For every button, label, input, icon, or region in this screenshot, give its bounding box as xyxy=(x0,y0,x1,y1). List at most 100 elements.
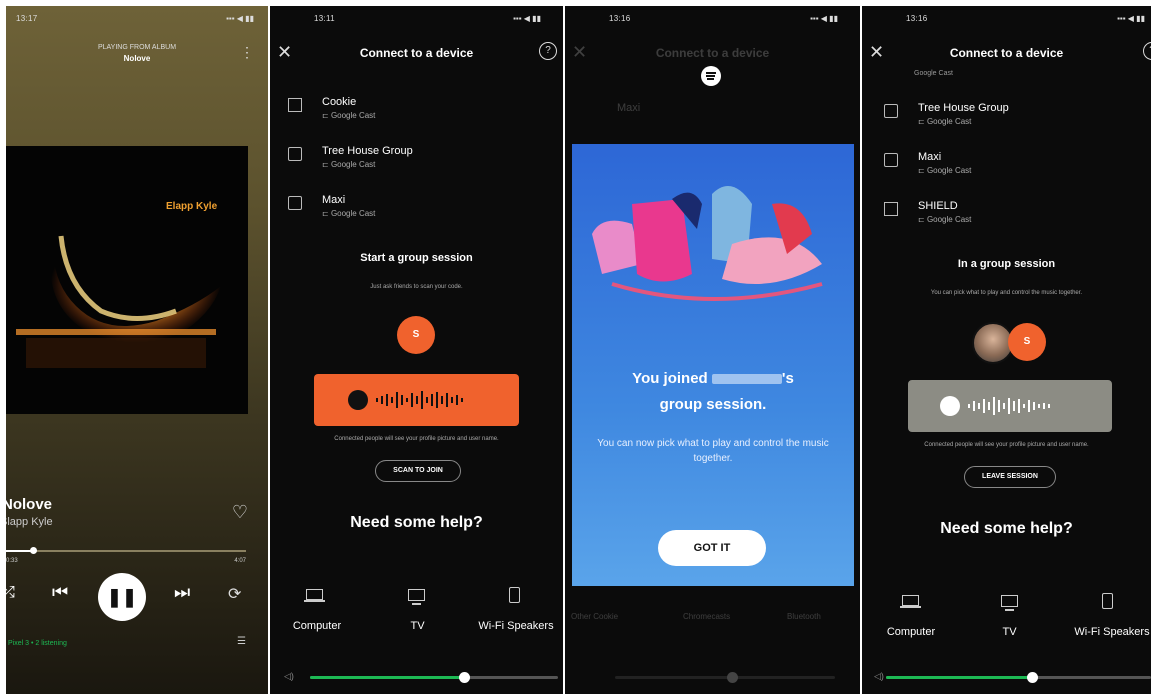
speaker-icon xyxy=(884,153,898,167)
joined-line1: You joined 's xyxy=(632,370,794,387)
queue-icon[interactable]: ☰ xyxy=(237,636,246,647)
blurred-username xyxy=(711,374,782,385)
page-title: Connect to a device xyxy=(655,46,770,60)
spotify-code xyxy=(314,374,519,426)
time-elapsed: 0:33 xyxy=(6,558,18,564)
bg-category: Bluetooth xyxy=(787,612,821,621)
shuffle-icon[interactable]: ⤮ xyxy=(6,584,15,602)
status-time: 13:11 xyxy=(314,14,335,23)
pause-button[interactable]: ❚❚ xyxy=(98,573,146,621)
category-computer[interactable]: Computer xyxy=(278,620,356,632)
avatar: S xyxy=(1008,323,1046,361)
speaker-icon xyxy=(1102,593,1113,609)
heart-icon[interactable]: ♡ xyxy=(232,502,248,523)
tv-icon xyxy=(408,589,425,605)
scan-to-join-button[interactable]: SCAN TO JOIN xyxy=(375,460,461,482)
category-tv[interactable]: TV xyxy=(380,620,455,632)
album-name[interactable]: Nolove xyxy=(6,54,268,63)
category-tv[interactable]: TV xyxy=(972,626,1047,638)
next-icon[interactable]: ⏭ xyxy=(174,582,190,603)
shoes-illustration xyxy=(592,186,823,301)
more-options-icon[interactable]: ⋮ xyxy=(240,44,254,61)
help-icon[interactable]: ? xyxy=(539,42,557,60)
now-playing-screen: 13:17 ▪▪▪ ◀ ▮▮ PLAYING FROM ALBUM Nolove… xyxy=(6,6,268,694)
device-sub: ⊏ Google Cast xyxy=(918,166,972,175)
time-total: 4:07 xyxy=(234,558,246,564)
playing-from-label: PLAYING FROM ALBUM xyxy=(97,44,177,51)
device-sub: ⊏ Google Cast xyxy=(322,160,376,169)
scan-code-bars xyxy=(968,397,1050,415)
status-icons: ▪▪▪ ◀ ▮▮ xyxy=(226,14,254,23)
help-title[interactable]: Need some help? xyxy=(862,520,1151,538)
device-name: Cookie xyxy=(322,96,357,108)
volume-slider[interactable] xyxy=(886,672,1151,683)
status-time: 13:16 xyxy=(906,14,928,23)
joined-session-screen: 13:16 ▪▪▪ ◀ ▮▮ ✕ Connect to a device Max… xyxy=(565,6,860,694)
speaker-icon xyxy=(288,147,302,161)
got-it-button[interactable]: GOT IT xyxy=(658,530,766,566)
status-time: 13:17 xyxy=(16,14,38,23)
speaker-icon xyxy=(509,587,520,603)
joined-session-dialog: You joined 's group session. You can now… xyxy=(572,144,854,586)
spotify-logo-icon xyxy=(701,66,721,86)
art-text: Elapp Kyle xyxy=(166,201,218,212)
track-title: Nolove xyxy=(6,496,53,513)
device-name: Maxi xyxy=(322,194,346,206)
status-icons: ▪▪▪ ◀ ▮▮ xyxy=(513,14,541,23)
category-wifi-speakers[interactable]: Wi-Fi Speakers xyxy=(466,620,563,632)
device-name: Tree House Group xyxy=(322,145,413,157)
device-sub: ⊏ Google Cast xyxy=(918,215,972,224)
device-name: Maxi xyxy=(918,151,942,163)
volume-slider[interactable] xyxy=(310,672,558,683)
joined-message: You can now pick what to play and contro… xyxy=(597,438,829,464)
speaker-icon xyxy=(288,196,302,210)
group-session-screen: 13:16 ▪▪▪ ◀ ▮▮ ✕ Connect to a device ? G… xyxy=(862,6,1151,694)
avatar: S xyxy=(397,316,435,354)
tv-icon xyxy=(1001,595,1018,611)
artist-name[interactable]: Slapp Kyle xyxy=(6,516,53,528)
computer-icon xyxy=(304,589,325,602)
spotify-logo-icon xyxy=(348,390,368,410)
page-title: Connect to a device xyxy=(359,46,474,60)
status-icons: ▪▪▪ ◀ ▮▮ xyxy=(1117,14,1145,23)
album-art: Elapp Kyle xyxy=(6,146,248,414)
volume-slider xyxy=(615,672,835,683)
tv-icon xyxy=(884,202,898,216)
scan-code-bars xyxy=(376,391,463,409)
seek-bar[interactable] xyxy=(6,547,246,554)
bg-category: Chromecasts xyxy=(683,612,731,621)
leave-session-button[interactable]: LEAVE SESSION xyxy=(964,466,1056,488)
device-sub: ⊏ Google Cast xyxy=(322,209,376,218)
group-session-subtitle: Just ask friends to scan your code. xyxy=(370,284,463,290)
computer-icon xyxy=(900,595,921,608)
connected-device-label[interactable]: Pixel 3 • 2 listening xyxy=(8,640,67,647)
speaker-icon xyxy=(884,104,898,118)
device-sub: ⊏ Google Cast xyxy=(322,111,376,120)
page-title: Connect to a device xyxy=(949,46,1064,60)
bg-device-name: Maxi xyxy=(617,102,641,114)
cut-device-sub: Google Cast xyxy=(914,70,953,77)
group-session-title: Start a group session xyxy=(360,252,473,264)
category-computer[interactable]: Computer xyxy=(872,626,950,638)
volume-icon: ◁) xyxy=(874,671,884,681)
connect-device-screen: 13:11 ▪▪▪ ◀ ▮▮ ✕ Connect to a device ? C… xyxy=(270,6,563,694)
category-wifi-speakers[interactable]: Wi-Fi Speakers xyxy=(1062,626,1151,638)
device-name: Tree House Group xyxy=(918,102,1009,114)
status-time: 13:16 xyxy=(609,14,631,23)
bg-category: Other Cookie xyxy=(571,612,619,621)
group-session-subtitle: You can pick what to play and control th… xyxy=(930,290,1083,296)
device-sub: ⊏ Google Cast xyxy=(918,117,972,126)
help-title[interactable]: Need some help? xyxy=(270,514,563,532)
volume-icon: ◁) xyxy=(284,671,294,681)
repeat-icon[interactable]: ⟳ xyxy=(228,584,241,604)
status-icons: ▪▪▪ ◀ ▮▮ xyxy=(810,14,838,23)
joined-line2: group session. xyxy=(659,396,767,413)
spotify-logo-icon xyxy=(940,396,960,416)
device-name: SHIELD xyxy=(918,200,958,212)
tv-icon xyxy=(288,98,302,112)
previous-icon[interactable]: ⏮ xyxy=(52,582,68,603)
connected-note: Connected people will see your profile p… xyxy=(924,442,1089,448)
group-session-title: In a group session xyxy=(957,258,1056,270)
spotify-code xyxy=(908,380,1112,432)
connected-note: Connected people will see your profile p… xyxy=(334,436,499,442)
